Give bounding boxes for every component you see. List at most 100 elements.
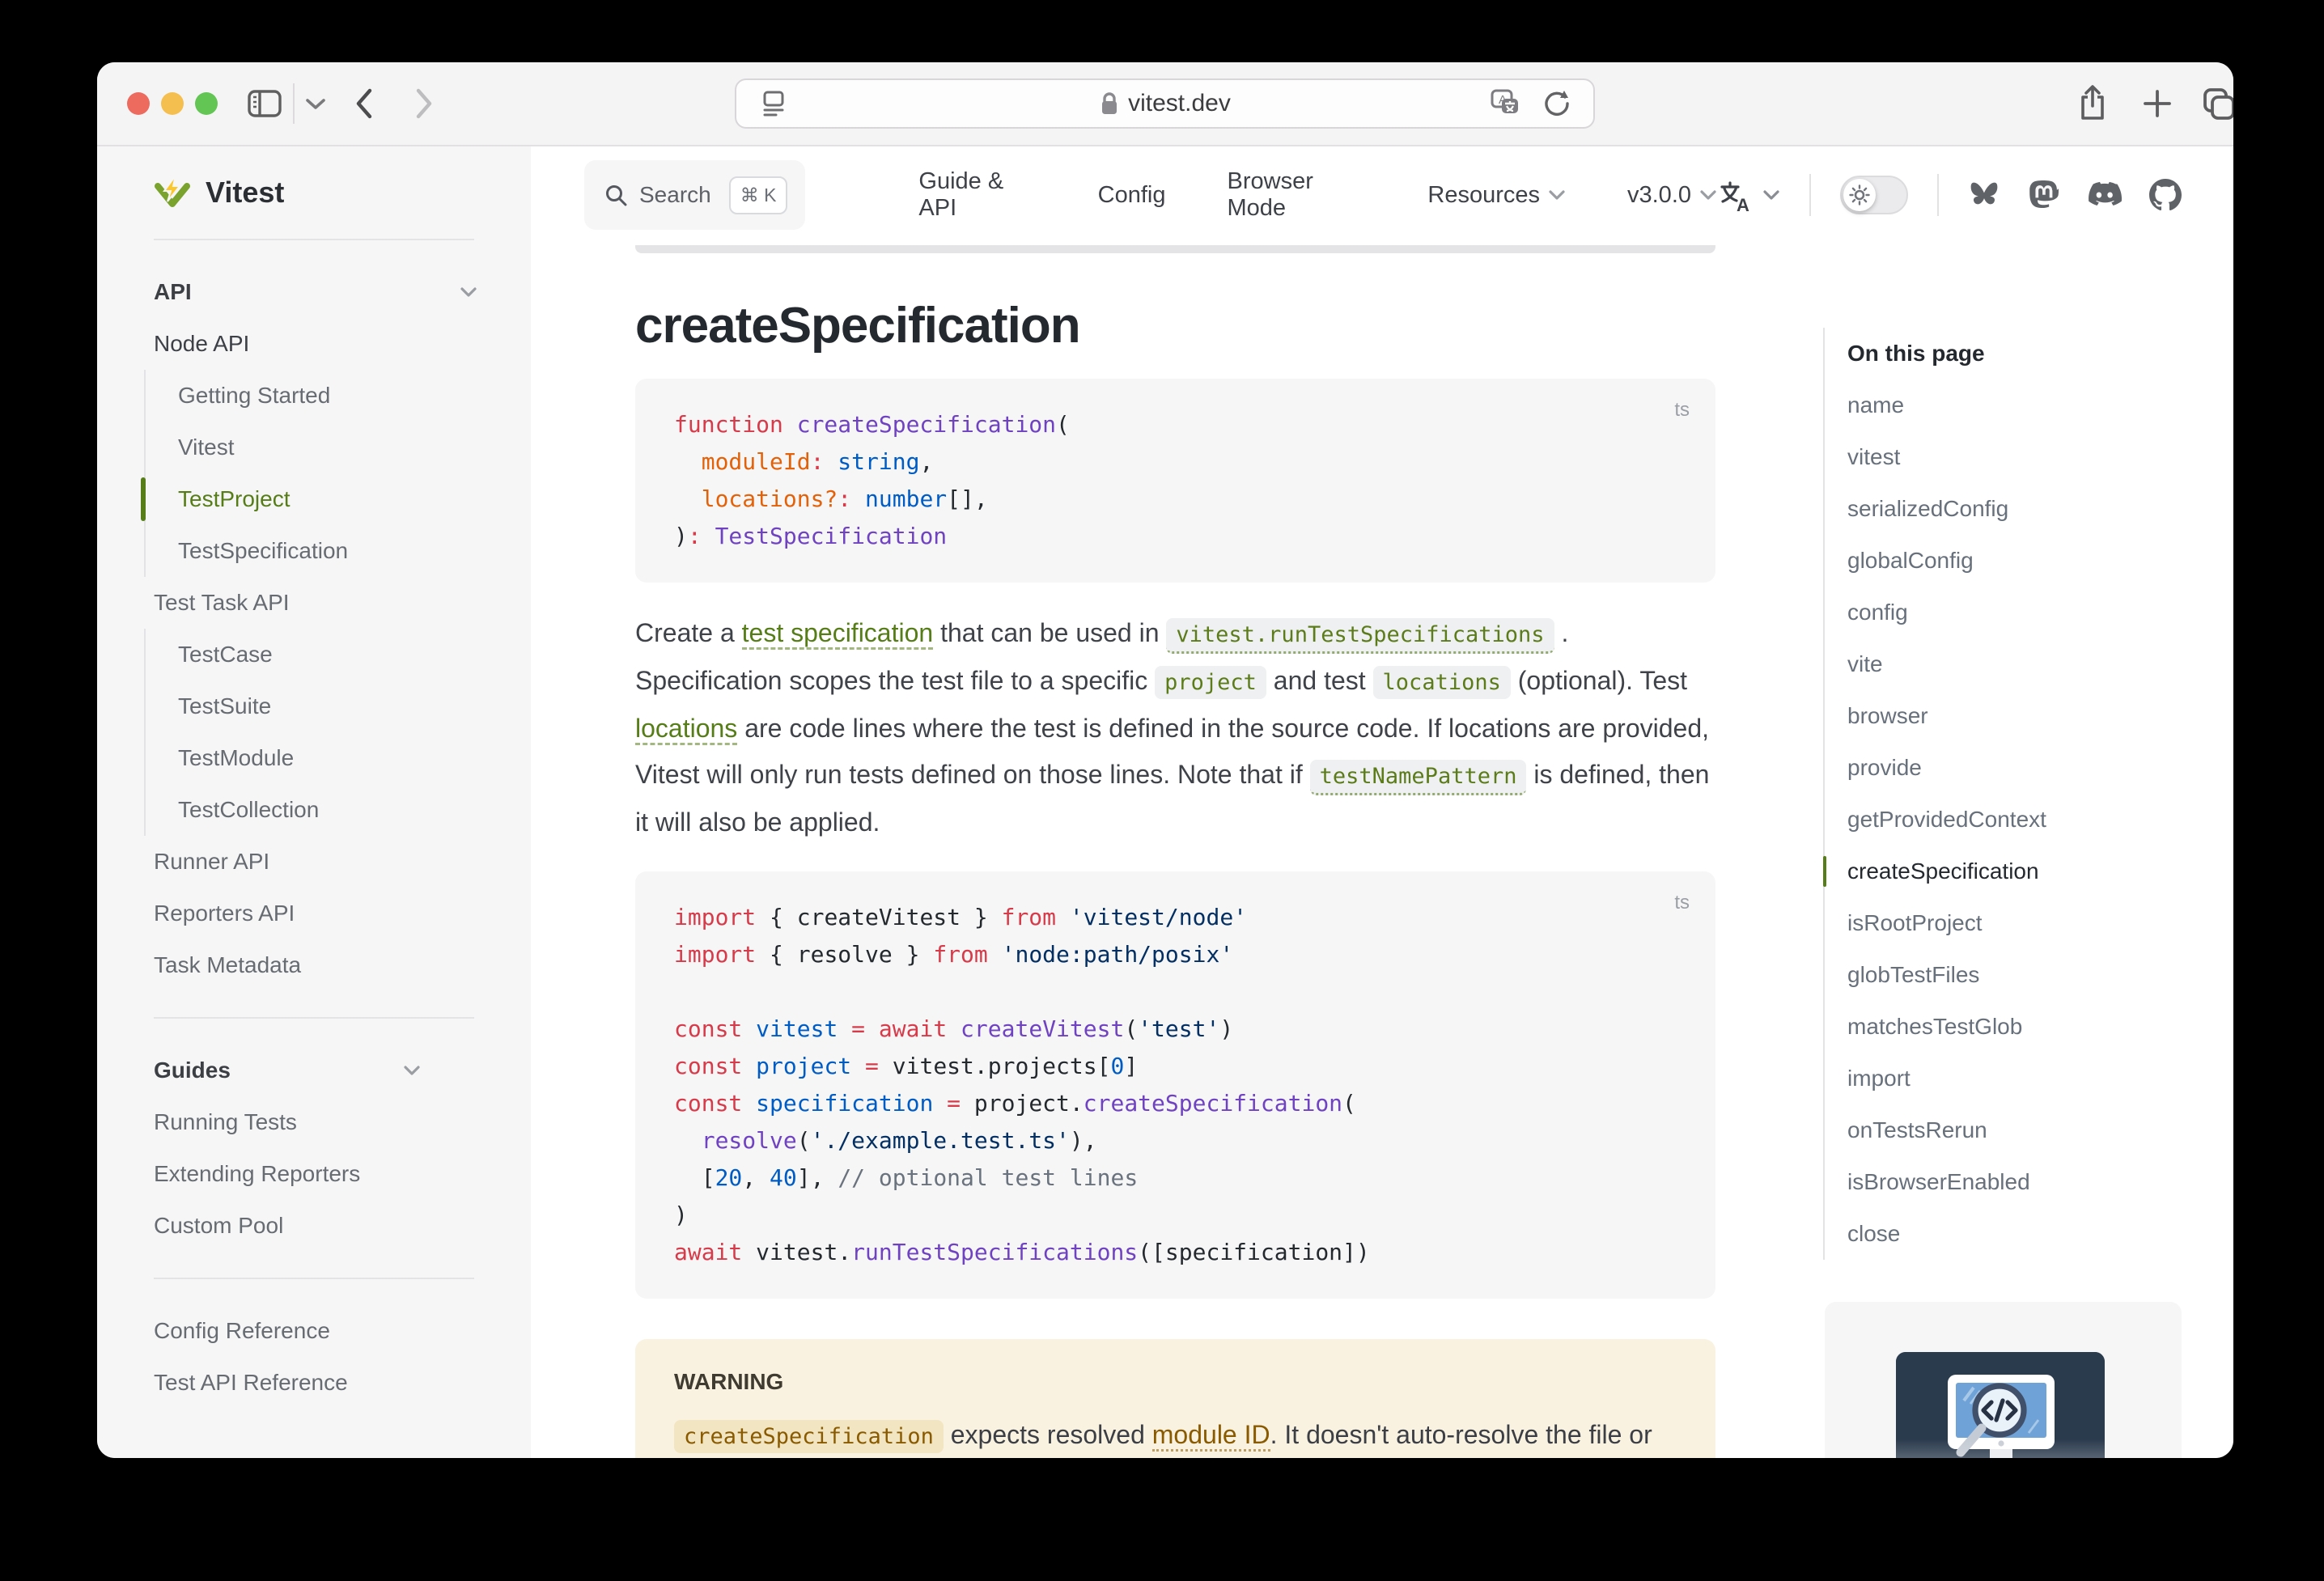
sidebar-item-testcase[interactable]: TestCase xyxy=(144,629,531,680)
zoom-window-button[interactable] xyxy=(195,92,218,115)
nav-link-resources[interactable]: Resources xyxy=(1427,182,1566,209)
github-icon[interactable] xyxy=(2149,179,2182,211)
nav-link-v3-0-0[interactable]: v3.0.0 xyxy=(1627,182,1717,209)
doc-link[interactable]: locations xyxy=(635,714,737,745)
new-tab-icon[interactable] xyxy=(2133,62,2182,145)
tabs-icon[interactable] xyxy=(2195,62,2233,145)
toc-item-globalconfig[interactable]: globalConfig xyxy=(1847,535,2195,587)
toc-item-createspecification[interactable]: createSpecification xyxy=(1847,846,2195,897)
site-logo[interactable]: Vitest xyxy=(154,146,474,240)
code-line: [20, 40], // optional test lines xyxy=(674,1159,1677,1197)
sponsor-card[interactable] xyxy=(1825,1302,2182,1458)
code-line: resolve('./example.test.ts'), xyxy=(674,1122,1677,1159)
inline-code-link[interactable]: vitest.runTestSpecifications xyxy=(1166,618,1554,654)
back-icon[interactable] xyxy=(343,62,385,145)
sidebar-item-custom-pool[interactable]: Custom Pool xyxy=(154,1200,474,1252)
url-bar[interactable]: vitest.dev A xyxy=(735,78,1595,129)
toc-item-isrootproject[interactable]: isRootProject xyxy=(1847,897,2195,949)
toc-item-vitest[interactable]: vitest xyxy=(1847,431,2195,483)
toc-item-import[interactable]: import xyxy=(1847,1053,2195,1104)
code-lang-badge: ts xyxy=(1674,884,1690,922)
search-placeholder: Search xyxy=(639,182,711,208)
close-window-button[interactable] xyxy=(127,92,150,115)
toc-item-browser[interactable]: browser xyxy=(1847,690,2195,742)
text-run: expects resolved xyxy=(944,1420,1152,1449)
doc-link[interactable]: module ID xyxy=(1152,1420,1270,1452)
toc-item-matchestestglob[interactable]: matchesTestGlob xyxy=(1847,1001,2195,1053)
toc-item-close[interactable]: close xyxy=(1847,1208,2195,1260)
nav-link-guide-api[interactable]: Guide & API xyxy=(918,168,1036,222)
code-block-signature[interactable]: ts function createSpecification( moduleI… xyxy=(635,379,1715,583)
sidebar-toggle-icon[interactable] xyxy=(246,62,283,145)
code-line: ) xyxy=(674,1197,1677,1234)
sidebar-item-testmodule[interactable]: TestModule xyxy=(144,732,531,784)
code-line: import { resolve } from 'node:path/posix… xyxy=(674,936,1677,973)
sidebar-item-node-api[interactable]: Node API xyxy=(97,318,531,370)
sidebar-item-config-reference[interactable]: Config Reference xyxy=(154,1305,474,1357)
sidebar-item-task-metadata[interactable]: Task Metadata xyxy=(97,939,531,991)
sidebar-section-api[interactable]: API xyxy=(97,266,531,318)
sidebar-item-extending-reporters[interactable]: Extending Reporters xyxy=(154,1148,474,1200)
sidebar-section-guides[interactable]: Guides xyxy=(154,1045,474,1096)
sidebar-item-runner-api[interactable]: Runner API xyxy=(97,836,531,888)
doc-article: createSpecification ts function createSp… xyxy=(635,244,1715,1458)
sidebar-item-testspecification[interactable]: TestSpecification xyxy=(144,525,531,577)
inline-code: locations xyxy=(1373,666,1511,699)
sidebar-item-test-task-api[interactable]: Test Task API xyxy=(97,577,531,629)
mastodon-icon[interactable] xyxy=(2028,179,2059,211)
on-this-page: On this page namevitestserializedConfigg… xyxy=(1823,328,2195,1458)
warning-body: createSpecification expects resolved mod… xyxy=(674,1412,1677,1458)
page-title: createSpecification xyxy=(635,297,1715,354)
forward-icon[interactable] xyxy=(403,62,445,145)
discord-icon[interactable] xyxy=(2086,181,2122,209)
toc-item-ontestsrerun[interactable]: onTestsRerun xyxy=(1847,1104,2195,1156)
share-icon[interactable] xyxy=(2068,62,2117,145)
search-icon xyxy=(604,183,628,207)
sidebar-item-testsuite[interactable]: TestSuite xyxy=(144,680,531,732)
toc-item-getprovidedcontext[interactable]: getProvidedContext xyxy=(1847,794,2195,846)
code-line: function createSpecification( xyxy=(674,406,1677,443)
doc-paragraph: Create a test specification that can be … xyxy=(635,610,1715,846)
toc-item-provide[interactable]: provide xyxy=(1847,742,2195,794)
code-line: locations?: number[], xyxy=(674,481,1677,518)
nav-link-browser-mode[interactable]: Browser Mode xyxy=(1228,168,1367,222)
toc-title: On this page xyxy=(1847,328,2195,379)
sidebar-chevron-down-icon[interactable] xyxy=(299,62,332,145)
toc-item-vite[interactable]: vite xyxy=(1847,638,2195,690)
site-header: Search ⌘ K Guide & API Config Browser Mode… xyxy=(531,146,2233,244)
sidebar-item-testproject[interactable]: TestProject xyxy=(144,473,531,525)
code-lang-badge: ts xyxy=(1674,392,1690,429)
code-line: const specification = project.createSpec… xyxy=(674,1085,1677,1122)
url-text[interactable]: vitest.dev xyxy=(1128,90,1231,117)
theme-toggle[interactable] xyxy=(1840,176,1908,214)
search-input[interactable]: Search ⌘ K xyxy=(584,160,805,230)
toc-item-name[interactable]: name xyxy=(1847,379,2195,431)
header-divider xyxy=(1937,174,1939,216)
language-icon[interactable]: A xyxy=(1717,177,1780,213)
nav-link-config[interactable]: Config xyxy=(1098,182,1166,209)
theme-toggle-sun-icon xyxy=(1843,179,1876,211)
sidebar-item-testcollection[interactable]: TestCollection xyxy=(144,784,531,836)
minimize-window-button[interactable] xyxy=(161,92,184,115)
code-block-example[interactable]: ts import { createVitest } from 'vitest/… xyxy=(635,871,1715,1299)
bluesky-icon[interactable] xyxy=(1968,180,2000,210)
toc-item-globtestfiles[interactable]: globTestFiles xyxy=(1847,949,2195,1001)
code-line: moduleId: string, xyxy=(674,443,1677,481)
sidebar-item-reporters-api[interactable]: Reporters API xyxy=(97,888,531,939)
text-run: and test xyxy=(1266,666,1373,695)
translate-icon[interactable]: A xyxy=(1482,80,1525,127)
browser-window: vitest.dev A xyxy=(97,62,2233,1458)
traffic-lights xyxy=(127,92,218,115)
sidebar-item-running-tests[interactable]: Running Tests xyxy=(154,1096,474,1148)
sidebar-item-test-api-reference[interactable]: Test API Reference xyxy=(154,1357,474,1409)
header-divider xyxy=(1809,174,1811,216)
toc-item-isbrowserenabled[interactable]: isBrowserEnabled xyxy=(1847,1156,2195,1208)
reload-icon[interactable] xyxy=(1537,80,1575,127)
inline-code-link[interactable]: testNamePattern xyxy=(1310,760,1527,795)
doc-link[interactable]: test specification xyxy=(742,618,934,650)
toc-item-config[interactable]: config xyxy=(1847,587,2195,638)
sidebar-item-getting-started[interactable]: Getting Started xyxy=(144,370,531,422)
lock-icon xyxy=(1099,91,1120,117)
toc-item-serializedconfig[interactable]: serializedConfig xyxy=(1847,483,2195,535)
sidebar-item-vitest[interactable]: Vitest xyxy=(144,422,531,473)
